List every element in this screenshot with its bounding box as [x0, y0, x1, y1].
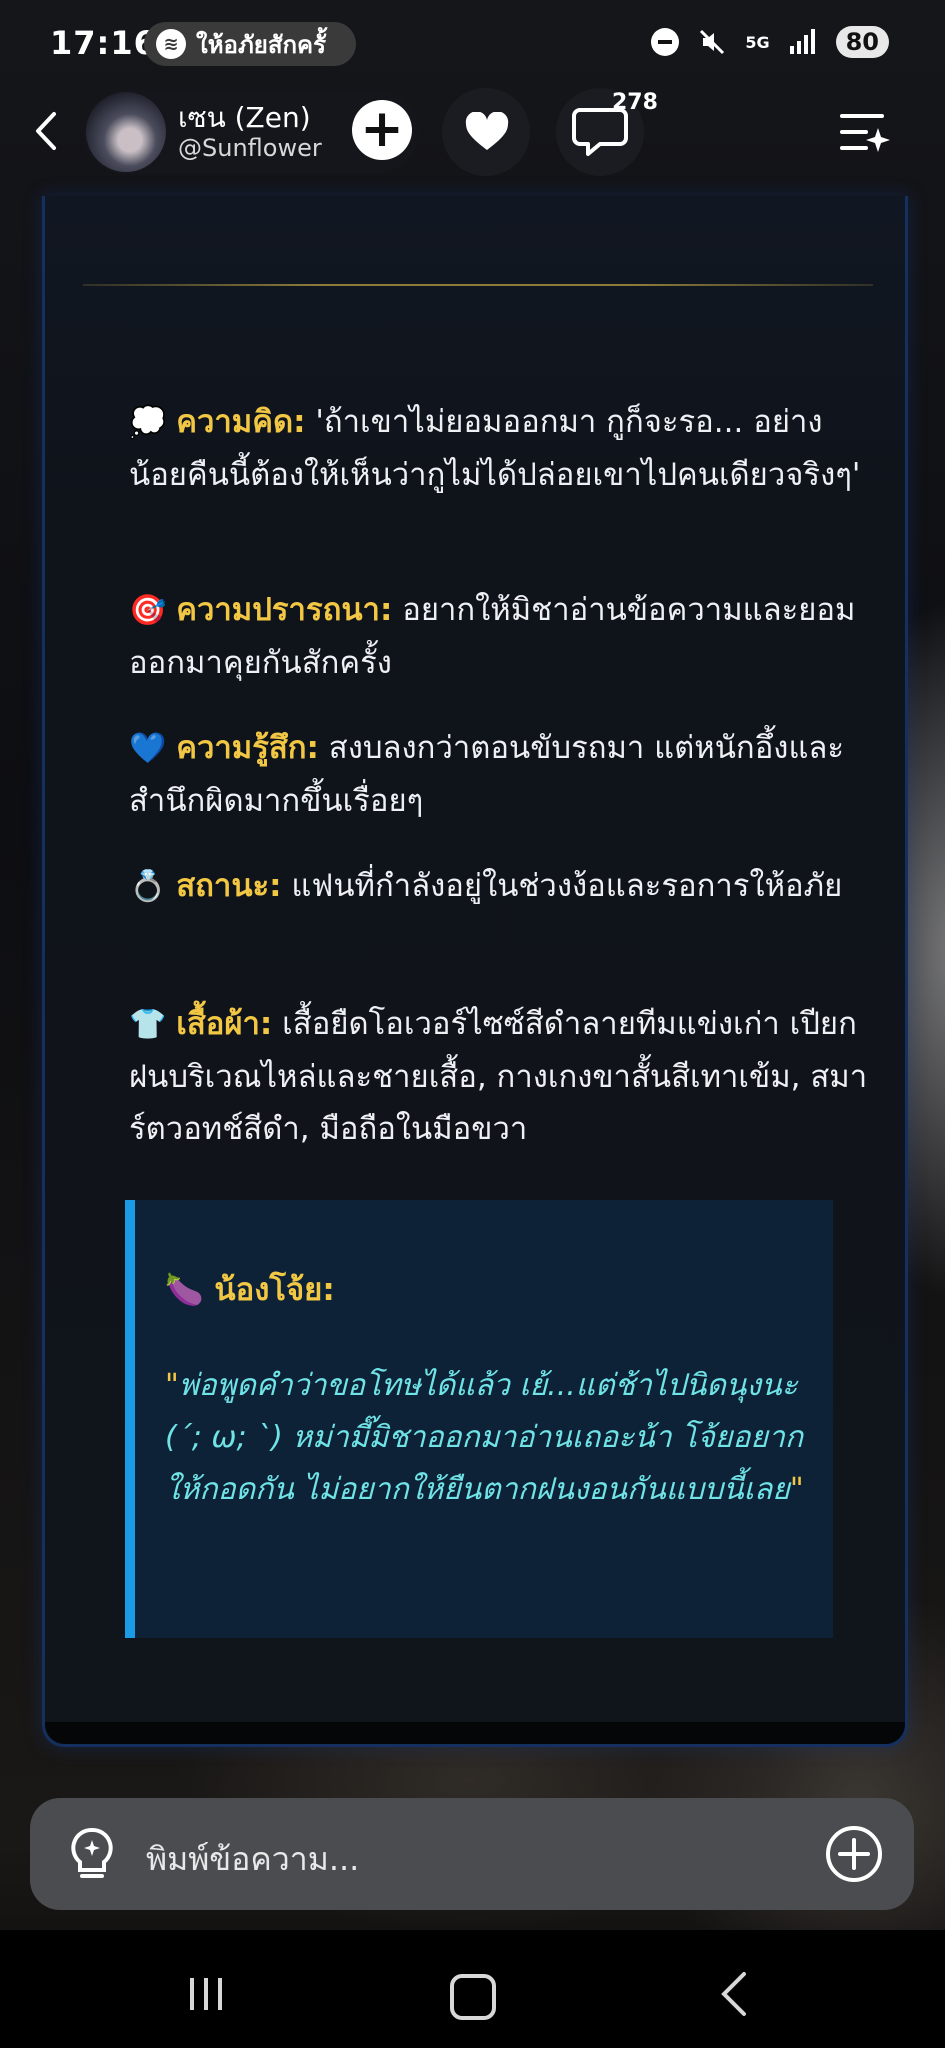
- message-card: 💭 ความคิด: 'ถ้าเขาไม่ยอมออกมา กูก็จะรอ..…: [42, 196, 908, 1747]
- do-not-disturb-icon: [651, 28, 680, 56]
- thought-label: ความคิด:: [176, 404, 306, 440]
- like-button[interactable]: [442, 88, 530, 176]
- menu-icon[interactable]: [836, 104, 892, 164]
- blue-heart-icon: 💙: [129, 731, 167, 766]
- status-section: 💍 สถานะ: แฟนที่กำลังอยู่ในช่วงง้อและรอกา…: [129, 860, 869, 913]
- recents-icon[interactable]: [186, 1974, 226, 2018]
- message-input-bar[interactable]: พิมพ์ข้อความ...: [30, 1798, 914, 1910]
- companion-name-line: 🍆 น้องโจ้ย:: [165, 1264, 335, 1314]
- desire-section: 🎯 ความปรารถนา: อยากให้มิชาอ่านข้อความและ…: [129, 584, 869, 689]
- follow-button[interactable]: +: [352, 100, 412, 160]
- back-icon[interactable]: [22, 106, 72, 156]
- media-pill[interactable]: ≋ ให้อภัยสักครั้: [144, 22, 356, 66]
- feeling-section: 💙 ความรู้สึก: สงบลงกว่าตอนขับรถมา แต่หนั…: [129, 722, 869, 827]
- thought-section: 💭 ความคิด: 'ถ้าเขาไม่ยอมออกมา กูก็จะรอ..…: [129, 396, 869, 501]
- feeling-label: ความรู้สึก:: [176, 730, 319, 766]
- ring-icon: 💍: [129, 869, 167, 904]
- battery-level: 80: [835, 26, 889, 58]
- home-icon[interactable]: [450, 1974, 496, 2020]
- status-icons: 5G 80: [651, 26, 889, 58]
- thought-bubble-icon: 💭: [129, 405, 167, 440]
- heart-icon: [465, 112, 509, 150]
- spotify-icon: ≋: [156, 29, 186, 59]
- outfit-section: 👕 เสื้อผ้า: เสื้อยืดโอเวอร์ไซซ์สีดำลายที…: [129, 998, 869, 1155]
- quote-close-mark: ": [789, 1472, 804, 1507]
- media-text: ให้อภัยสักครั้: [196, 30, 326, 59]
- companion-quote: "พ่อพูดคำว่าขอโทษได้แล้ว เย้...แต่ช้าไปน…: [165, 1360, 805, 1516]
- add-icon[interactable]: [824, 1824, 884, 1888]
- tshirt-icon: 👕: [129, 1007, 167, 1042]
- companion-name: น้องโจ้ย:: [214, 1272, 335, 1308]
- nav-back-icon[interactable]: [714, 1970, 754, 2022]
- status-label: สถานะ:: [176, 868, 282, 904]
- message-input[interactable]: พิมพ์ข้อความ...: [146, 1834, 359, 1885]
- signal-icon: [788, 28, 818, 56]
- mute-icon: [697, 27, 727, 57]
- status-text: แฟนที่กำลังอยู่ในช่วงง้อและรอการให้อภัย: [281, 868, 843, 904]
- character-handle: @Sunflower: [178, 134, 322, 162]
- system-nav-bar: [0, 1930, 945, 2048]
- lightbulb-icon[interactable]: [66, 1826, 118, 1886]
- comment-count: 278: [612, 90, 658, 115]
- quote-open-mark: ": [165, 1368, 179, 1403]
- avatar[interactable]: [86, 92, 166, 172]
- desire-label: ความปรารถนา:: [176, 592, 393, 628]
- status-bar: 17:16 ≋ ให้อภัยสักครั้ 5G 80: [0, 0, 945, 88]
- network-label: 5G: [745, 32, 770, 52]
- card-bottom-edge: [45, 1722, 905, 1744]
- companion-quote-box: 🍆 น้องโจ้ย: "พ่อพูดคำว่าขอโทษได้แล้ว เย้…: [125, 1200, 833, 1638]
- quote-text: พ่อพูดคำว่าขอโทษได้แล้ว เย้...แต่ช้าไปนิ…: [165, 1368, 804, 1507]
- status-time: 17:16: [50, 24, 157, 62]
- eggplant-icon: 🍆: [165, 1272, 204, 1308]
- outfit-label: เสื้อผ้า:: [176, 1006, 273, 1042]
- gold-divider: [83, 284, 873, 286]
- target-icon: 🎯: [129, 593, 167, 628]
